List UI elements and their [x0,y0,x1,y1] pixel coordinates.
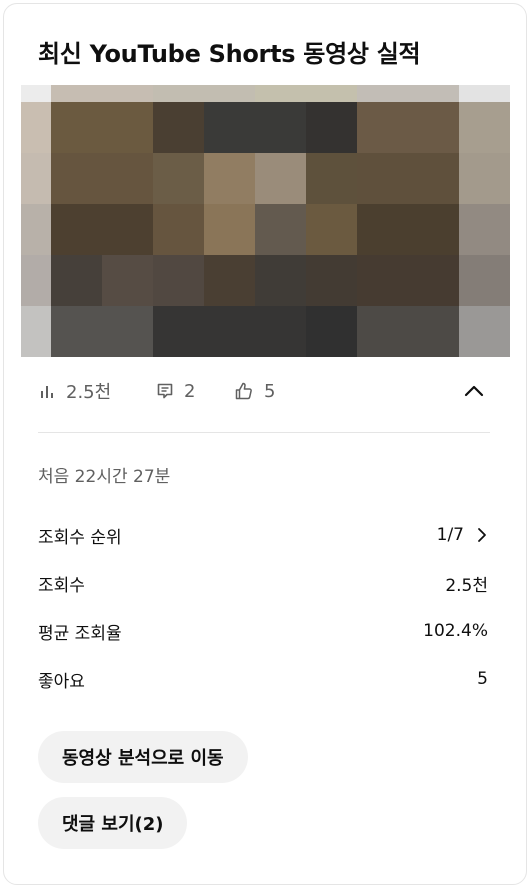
thumbnail-pixel [102,306,153,357]
views-count: 2.5천 [66,382,112,403]
thumbnail-pixel [408,102,459,153]
thumbnail-pixel [21,102,51,153]
thumbnail-pixel [357,306,408,357]
thumbnail-pixel [306,153,357,204]
thumbnail-pixel [459,102,510,153]
thumbnail-pixel [102,153,153,204]
thumbnail-pixel [51,102,102,153]
thumbnail-pixel [255,255,306,306]
avg-view-rate-label: 평균 조회율 [38,623,122,644]
divider [38,432,490,433]
thumbnail-pixel [153,85,204,102]
thumbnail-pixel [357,255,408,306]
views-stat: 2.5천 [38,377,111,405]
thumbnail-pixel [357,153,408,204]
thumbs-up-icon [235,382,252,400]
thumbnail-pixel [204,102,255,153]
thumbnail-pixel [153,102,204,153]
thumbnail-pixel [21,255,51,306]
thumbnail-pixel [357,204,408,255]
thumbnail-pixel [459,85,510,102]
thumbnail-pixel [102,204,153,255]
thumbnail-pixel [153,204,204,255]
thumbnail-pixel [306,85,357,102]
thumbnail-pixel [51,306,102,357]
collapse-button[interactable] [462,379,486,403]
bar-chart-icon [41,386,53,398]
thumbnail-pixel [51,85,102,102]
chevron-right-icon [478,528,486,542]
view-rank-value: 1/7 [436,525,464,545]
thumbnail-pixel [204,255,255,306]
thumbnail-pixel [306,204,357,255]
views-row: 조회수 2.5천 [38,569,488,597]
thumbnail-pixel [255,102,306,153]
avg-view-rate-row: 평균 조회율 102.4% [38,617,488,645]
thumbnail-pixel [357,85,408,102]
thumbnail-pixel [255,204,306,255]
thumbnail-pixel [408,204,459,255]
views-label: 조회수 [38,575,85,596]
thumbnail-pixel [102,85,153,102]
view-rank-row[interactable]: 조회수 순위 1/7 [38,521,488,549]
likes-label: 좋아요 [38,671,85,692]
thumbnail-pixel [408,85,459,102]
thumbnail-pixel [51,255,102,306]
card-title: 최신 YouTube Shorts 동영상 실적 [38,40,421,68]
comments-count: 2 [184,380,196,402]
avg-view-rate-value: 102.4% [423,621,488,641]
thumbnail-pixel [21,153,51,204]
thumbnail-pixel [204,306,255,357]
thumbnail-pixel [153,255,204,306]
likes-stat: 5 [234,377,275,405]
likes-row: 좋아요 5 [38,665,488,693]
thumbnail-pixel [153,153,204,204]
thumbnail-pixel [51,153,102,204]
view-comments-button[interactable]: 댓글 보기(2) [38,797,188,849]
thumbnail-pixel [153,306,204,357]
first-period-label: 처음 22시간 27분 [38,467,171,487]
thumbnail-pixel [204,153,255,204]
thumbnail-pixel [102,255,153,306]
video-thumbnail[interactable] [21,85,510,357]
likes-value: 5 [477,669,488,689]
thumbnail-pixel [306,102,357,153]
thumbnail-pixel [255,306,306,357]
thumbnail-pixel [459,255,510,306]
likes-count: 5 [264,380,276,402]
chevron-up-icon [464,385,484,397]
thumbnail-pixel [408,153,459,204]
stats-bar: 2.5천 2 5 [38,377,490,405]
thumbnail-pixel [21,204,51,255]
thumbnail-pixel [204,204,255,255]
thumbnail-pixel [255,85,306,102]
view-rank-label: 조회수 순위 [38,527,122,548]
views-value: 2.5천 [445,575,488,596]
thumbnail-pixel [408,306,459,357]
thumbnail-pixel [459,153,510,204]
thumbnail-pixel [408,255,459,306]
thumbnail-pixel [102,102,153,153]
thumbnail-pixel [51,204,102,255]
thumbnail-pixel [255,153,306,204]
thumbnail-pixel [459,204,510,255]
go-to-analytics-button[interactable]: 동영상 분석으로 이동 [38,731,248,783]
comments-stat: 2 [156,377,195,405]
thumbnail-pixel [21,306,51,357]
comment-icon [157,383,173,399]
thumbnail-pixel [357,102,408,153]
thumbnail-pixel [306,255,357,306]
thumbnail-pixel [459,306,510,357]
thumbnail-pixel [21,85,51,102]
thumbnail-pixel [204,85,255,102]
thumbnail-pixel [306,306,357,357]
